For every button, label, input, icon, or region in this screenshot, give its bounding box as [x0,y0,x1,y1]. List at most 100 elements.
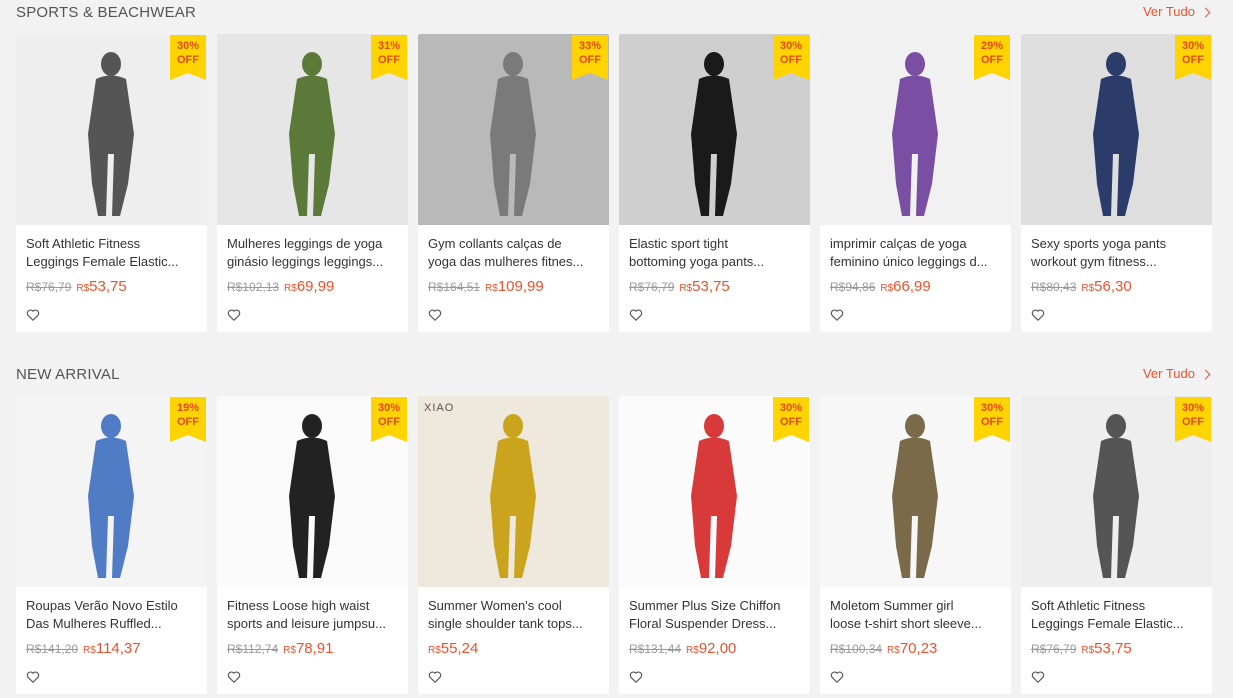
product-name[interactable]: Mulheres leggings de yoga ginásio leggin… [217,225,408,271]
discount-badge: 30% OFF [1175,35,1211,80]
product-name-line1: Elastic sport tight [629,236,728,251]
heart-icon[interactable] [629,308,643,322]
product-name[interactable]: Moletom Summer girl loose t-shirt short … [820,587,1011,633]
discount-off-label: OFF [780,416,802,428]
brand-logo: XIAO [424,402,455,414]
product-name-line1: Fitness Loose high waist [227,598,370,613]
discount-badge: 19% OFF [170,397,206,442]
heart-icon[interactable] [1031,670,1045,684]
product-name-line1: Mulheres leggings de yoga [227,236,383,251]
product-card[interactable]: 31% OFF Mulheres leggings de yoga ginási… [217,34,408,332]
product-image[interactable]: 33% OFF [418,34,609,225]
product-card[interactable]: 30% OFF Moletom Summer girl loose t-shir… [820,396,1011,694]
product-name-line1: Moletom Summer girl [830,598,954,613]
product-name[interactable]: Summer Women's cool single shoulder tank… [418,587,609,633]
heart-icon[interactable] [227,670,241,684]
product-name[interactable]: Roupas Verão Novo Estilo Das Mulheres Ru… [16,587,207,633]
product-name[interactable]: Summer Plus Size Chiffon Floral Suspende… [619,587,810,633]
section-title: SPORTS & BEACHWEAR [16,4,197,21]
heart-icon[interactable] [830,308,844,322]
product-card[interactable]: 30% OFF Sexy sports yoga pants workout g… [1021,34,1212,332]
product-card[interactable]: 33% OFF Gym collants calças de yoga das … [418,34,609,332]
price-row: R$76,79 R$53,75 [1021,633,1212,657]
product-card[interactable]: 30% OFF Soft Athletic Fitness Leggings F… [1021,396,1212,694]
product-image[interactable]: 30% OFF [1021,396,1212,587]
product-name-line1: imprimir calças de yoga [830,236,967,251]
heart-icon[interactable] [26,670,40,684]
product-name[interactable]: Fitness Loose high waist sports and leis… [217,587,408,633]
view-all-link[interactable]: Ver Tudo [1142,366,1211,381]
product-card[interactable]: 30% OFF Elastic sport tight bottoming yo… [619,34,810,332]
product-name[interactable]: Gym collants calças de yoga das mulheres… [418,225,609,271]
product-image[interactable]: 30% OFF [217,396,408,587]
view-all-link[interactable]: Ver Tudo [1143,4,1211,19]
product-image[interactable]: 30% OFF [619,396,810,587]
currency-symbol: R$ [1081,645,1095,656]
section-header: SPORTS & BEACHWEAR Ver Tudo [0,0,1233,24]
discount-off-label: OFF [177,416,199,428]
discount-badge: 33% OFF [572,35,608,80]
sale-price: R$92,00 [686,640,736,657]
discount-off-label: OFF [579,54,601,66]
heart-icon[interactable] [227,308,241,322]
original-price: R$100,34 [830,642,883,656]
yellow-top-photo [418,396,609,587]
price-row: R$80,43 R$56,30 [1021,271,1212,295]
sale-amount: 53,75 [1094,640,1132,657]
currency-symbol: R$ [887,645,900,656]
product-card[interactable]: 30% OFF Soft Athletic Fitness Leggings F… [16,34,207,332]
product-image[interactable]: 19% OFF [16,396,207,587]
product-name[interactable]: Soft Athletic Fitness Leggings Female El… [16,225,207,271]
product-image[interactable]: 29% OFF [820,34,1011,225]
sale-price: R$109,99 [485,278,544,295]
sale-price: R$114,37 [83,640,141,657]
sale-price: R$66,99 [880,278,930,295]
product-image[interactable]: 30% OFF [820,396,1011,587]
product-name-line2: workout gym fitness... [1031,254,1157,269]
product-image[interactable]: XIAO [418,396,609,587]
price-row: R$55,24 [418,633,609,657]
product-card[interactable]: XIAO Summer Women's cool single shoulder… [418,396,609,694]
sale-price: R$78,91 [283,640,333,657]
view-all-label: Ver Tudo [1142,366,1195,381]
discount-off-label: OFF [780,54,802,66]
discount-percent: 30% [779,40,803,52]
product-image[interactable]: 30% OFF [16,34,207,225]
product-image[interactable]: 30% OFF [619,34,810,225]
original-price: R$76,79 [1031,642,1077,656]
price-row: R$94,86 R$66,99 [820,271,1011,295]
product-name-line1: Roupas Verão Novo Estilo [26,598,178,613]
discount-percent: 19% [176,402,200,414]
product-name[interactable]: Soft Athletic Fitness Leggings Female El… [1021,587,1212,633]
heart-icon[interactable] [1031,308,1045,322]
heart-icon[interactable] [428,308,442,322]
product-card[interactable]: 29% OFF imprimir calças de yoga feminino… [820,34,1011,332]
sale-amount: 53,75 [89,278,127,295]
heart-icon[interactable] [830,670,844,684]
heart-icon[interactable] [428,670,442,684]
sale-amount: 55,24 [440,640,479,657]
product-card[interactable]: 30% OFF Fitness Loose high waist sports … [217,396,408,694]
original-price: R$76,79 [26,280,72,294]
price-row: R$164,51 R$109,99 [418,271,609,295]
product-card[interactable]: 19% OFF Roupas Verão Novo Estilo Das Mul… [16,396,207,694]
price-row: R$141,20 R$114,37 [16,633,207,657]
discount-off-label: OFF [981,416,1003,428]
discount-off-label: OFF [1182,416,1204,428]
sale-amount: 78,91 [295,640,334,657]
product-image[interactable]: 31% OFF [217,34,408,225]
product-image[interactable]: 30% OFF [1021,34,1212,225]
heart-icon[interactable] [26,308,40,322]
discount-badge: 30% OFF [371,397,407,442]
product-card[interactable]: 30% OFF Summer Plus Size Chiffon Floral … [619,396,810,694]
product-name-line2: sports and leisure jumpsu... [227,616,386,631]
sale-amount: 114,37 [95,640,141,657]
original-price: R$102,13 [227,280,280,294]
heart-icon[interactable] [629,670,643,684]
product-name[interactable]: Sexy sports yoga pants workout gym fitne… [1021,225,1212,271]
sale-price: R$53,75 [679,278,729,295]
product-name[interactable]: Elastic sport tight bottoming yoga pants… [619,225,810,271]
product-name[interactable]: imprimir calças de yoga feminino único l… [820,225,1011,271]
currency-symbol: R$ [1081,283,1095,294]
discount-badge: 29% OFF [974,35,1010,80]
